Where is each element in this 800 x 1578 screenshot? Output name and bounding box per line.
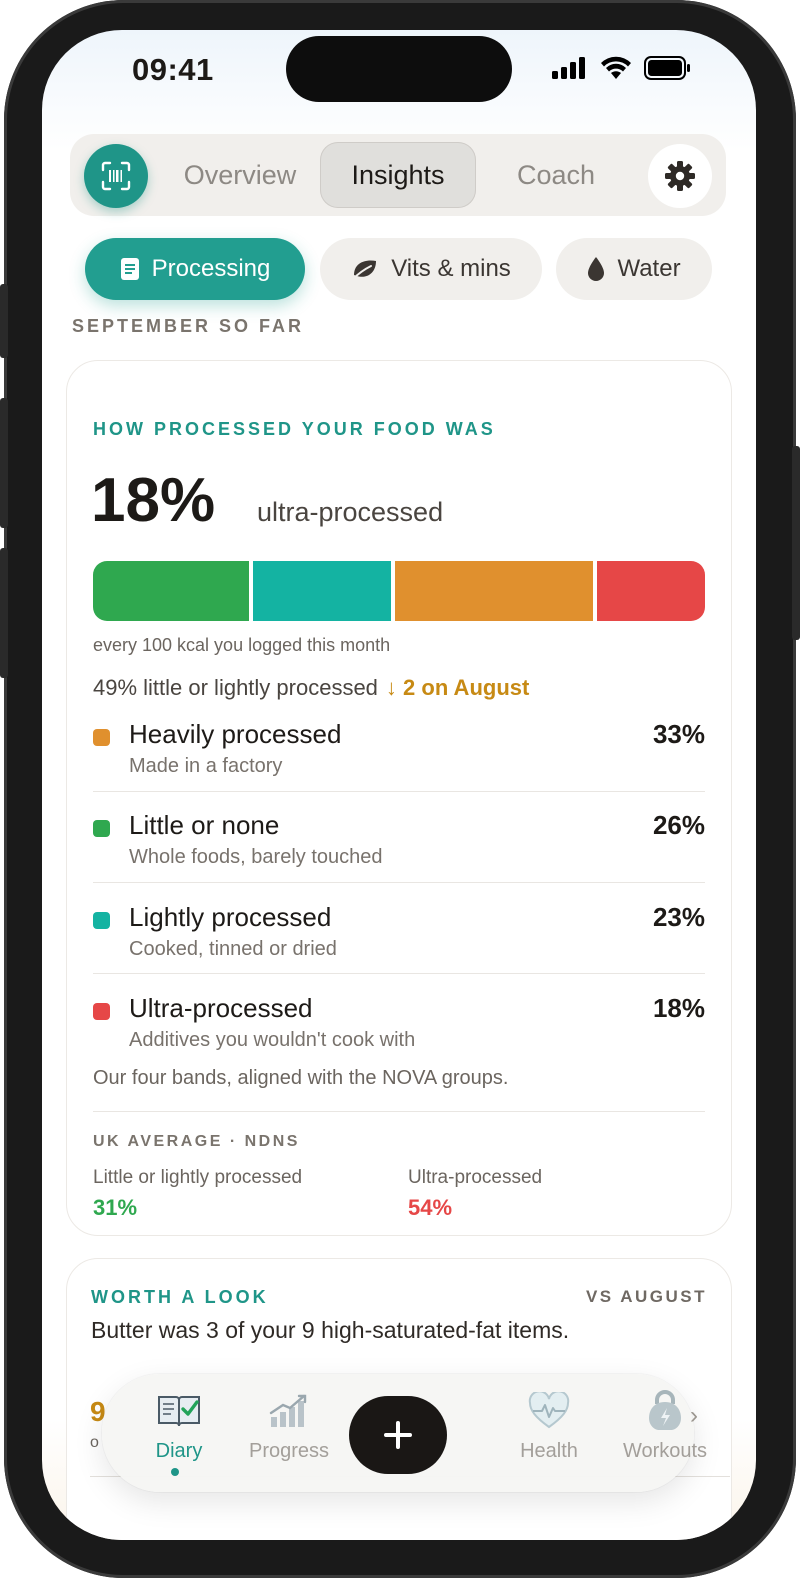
ultra-processed-percent: 18%	[91, 466, 216, 535]
band-row-ultra[interactable]: Ultra-processed Additives you wouldn't c…	[93, 983, 705, 1075]
band-color-swatch	[93, 820, 110, 837]
dynamic-island	[286, 36, 512, 102]
tab-label: Progress	[248, 1440, 330, 1462]
volume-up-button	[0, 398, 8, 528]
band-title: Heavily processed	[129, 719, 342, 749]
top-navigation: Overview Insights Coach	[70, 134, 726, 216]
band-percent: 26%	[652, 810, 705, 840]
summary-delta: ↓ 2 on August	[385, 675, 530, 700]
document-icon	[120, 258, 139, 280]
band-title: Lightly processed	[129, 902, 332, 932]
leaf-icon	[352, 260, 377, 280]
band-color-swatch	[93, 912, 110, 929]
active-tab-indicator	[171, 1468, 179, 1476]
tab-insights[interactable]: Insights	[320, 142, 476, 208]
band-description: Cooked, tinned or dried	[129, 938, 337, 960]
band-percent: 33%	[652, 719, 705, 749]
band-description: Made in a factory	[129, 755, 283, 777]
tab-label: Health	[520, 1440, 578, 1462]
tab-label: Workouts	[622, 1440, 708, 1462]
wifi-icon	[601, 56, 631, 79]
action-button	[0, 284, 8, 358]
row-divider	[93, 791, 705, 792]
settings-button[interactable]	[648, 144, 712, 208]
band-color-swatch	[93, 729, 110, 746]
bar-segment	[597, 561, 705, 621]
ultra-processed-label: ultra-processed	[257, 497, 444, 527]
uk-stat-value: 31%	[93, 1195, 138, 1220]
kettlebell-icon	[649, 1390, 681, 1430]
screen: 09:41 Overview Insights Coach Processing…	[42, 30, 756, 1540]
barcode-scan-icon	[101, 161, 131, 191]
bar-segment	[253, 561, 391, 621]
uk-stat-little: Little or lightly processed 31%	[93, 1167, 302, 1221]
uk-stat-label: Little or lightly processed	[93, 1167, 303, 1188]
worth-text: Butter was 3 of your 9 high-saturated-fa…	[91, 1317, 570, 1343]
chart-up-icon	[269, 1394, 307, 1427]
gear-icon	[665, 161, 695, 191]
chip-vits-mins-label: Vits & mins	[391, 255, 511, 282]
row-divider	[93, 973, 705, 974]
processing-stacked-bar	[93, 561, 705, 621]
add-entry-button[interactable]	[349, 1396, 447, 1474]
chip-vits-mins[interactable]: Vits & mins	[320, 238, 542, 300]
chip-processing[interactable]: Processing	[85, 238, 305, 300]
chip-water-label: Water	[617, 255, 681, 282]
plus-icon	[384, 1421, 412, 1449]
volume-down-button	[0, 548, 8, 678]
status-time: 09:41	[132, 52, 214, 87]
peek-stat-label: o	[90, 1434, 99, 1451]
band-description: Additives you wouldn't cook with	[129, 1029, 416, 1051]
band-title: Ultra-processed	[129, 993, 313, 1023]
book-check-icon	[158, 1396, 200, 1427]
band-title: Little or none	[129, 810, 280, 840]
battery-icon	[644, 56, 690, 80]
bar-segment	[93, 561, 249, 621]
comparison-label: VS AUGUST	[585, 1287, 707, 1306]
heart-pulse-icon	[528, 1392, 570, 1429]
uk-stat-ultra: Ultra-processed 54%	[408, 1167, 542, 1221]
tab-label: Diary	[155, 1440, 203, 1462]
tab-workouts[interactable]: Workouts	[610, 1388, 720, 1463]
tab-progress[interactable]: Progress	[234, 1388, 344, 1463]
uk-average-label: UK AVERAGE · NDNS	[93, 1133, 300, 1150]
period-label: SEPTEMBER SO FAR	[72, 316, 305, 336]
band-color-swatch	[93, 1003, 110, 1020]
tab-overview[interactable]: Overview	[162, 142, 318, 208]
uk-stat-label: Ultra-processed	[408, 1167, 543, 1188]
card-eyebrow: HOW PROCESSED YOUR FOOD WAS	[93, 419, 496, 439]
processing-summary: 49% little or lightly processed ↓ 2 on Au…	[93, 675, 529, 701]
chip-processing-label: Processing	[151, 255, 271, 282]
bar-caption: every 100 kcal you logged this month	[93, 635, 391, 655]
section-divider	[93, 1111, 705, 1112]
tab-diary[interactable]: Diary	[124, 1388, 234, 1463]
band-percent: 23%	[652, 902, 705, 932]
band-percent: 18%	[652, 993, 705, 1023]
uk-stat-value: 54%	[408, 1195, 453, 1220]
cellular-signal-icon	[552, 57, 585, 79]
processing-card: HOW PROCESSED YOUR FOOD WAS 18% ultra-pr…	[66, 360, 732, 1236]
chevron-right-icon[interactable]: ›	[690, 1402, 698, 1430]
band-row-little[interactable]: Little or none Whole foods, barely touch…	[93, 800, 705, 892]
band-description: Whole foods, barely touched	[129, 846, 383, 868]
power-button	[792, 446, 800, 640]
bar-segment	[395, 561, 593, 621]
summary-text: 49% little or lightly processed	[93, 675, 378, 700]
worth-eyebrow: WORTH A LOOK	[91, 1287, 269, 1307]
row-divider	[93, 882, 705, 883]
nova-note: Our four bands, aligned with the NOVA gr…	[93, 1067, 509, 1089]
water-drop-icon	[588, 257, 605, 281]
band-row-lightly[interactable]: Lightly processed Cooked, tinned or drie…	[93, 892, 705, 984]
tab-coach[interactable]: Coach	[478, 142, 634, 208]
chip-water[interactable]: Water	[556, 238, 712, 300]
barcode-scan-button[interactable]	[84, 144, 148, 208]
tab-health[interactable]: Health	[494, 1388, 604, 1463]
band-row-heavily[interactable]: Heavily processed Made in a factory 33%	[93, 709, 705, 801]
